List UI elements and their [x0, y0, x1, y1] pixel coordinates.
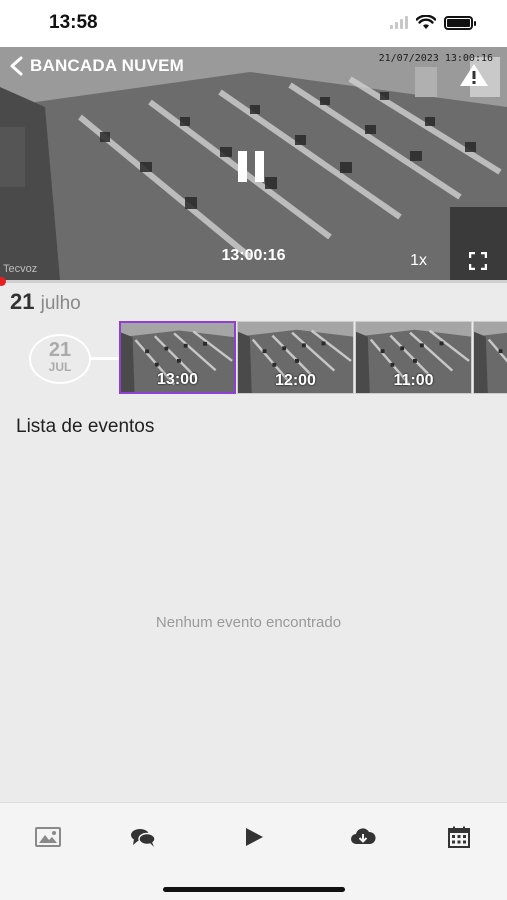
status-time: 13:58	[49, 12, 98, 33]
events-title: Lista de eventos	[16, 416, 155, 437]
tab-play[interactable]	[238, 825, 268, 849]
tab-calendar[interactable]	[444, 825, 474, 849]
recording-timeline: 21 JUL 13:00 12:00 11:00	[0, 320, 507, 396]
thumbnail-1300[interactable]: 13:00	[119, 321, 236, 394]
date-circle-month: JUL	[48, 360, 72, 374]
cloud-download-icon	[351, 828, 376, 844]
date-month: julho	[40, 293, 81, 314]
signal-icon	[390, 16, 408, 29]
playback-progress-bar[interactable]	[0, 277, 507, 286]
tab-download[interactable]	[348, 825, 378, 849]
thumbnail-label: 12:00	[275, 372, 316, 389]
progress-handle[interactable]	[0, 277, 6, 286]
wifi-icon	[416, 15, 436, 29]
playback-time: 13:00:16	[221, 247, 286, 264]
status-icons	[390, 15, 476, 30]
date-circle-day: 21	[48, 339, 72, 361]
back-button[interactable]: BANCADA NUVEM	[8, 56, 184, 76]
tab-gallery[interactable]	[33, 825, 63, 849]
thumbnail-partial[interactable]	[473, 321, 507, 394]
date-day: 21	[10, 289, 35, 314]
empty-events-message: Nenhum evento encontrado	[155, 614, 342, 631]
chat-icon	[131, 829, 156, 847]
home-indicator	[163, 887, 345, 892]
warning-icon[interactable]	[459, 63, 489, 87]
status-bar: 13:58	[0, 0, 507, 47]
battery-icon	[444, 15, 476, 30]
image-icon	[35, 827, 61, 847]
thumbnail-label: 13:00	[157, 371, 198, 388]
thumbnail-label: 11:00	[393, 372, 434, 389]
thumbnail-1200[interactable]: 12:00	[237, 321, 354, 394]
speed-button[interactable]: 1x	[410, 252, 427, 270]
calendar-icon	[448, 826, 470, 848]
date-heading: 21 julho	[10, 289, 81, 315]
tab-chat[interactable]	[128, 825, 158, 849]
camera-title: BANCADA NUVEM	[30, 56, 185, 75]
date-circle[interactable]: 21 JUL	[29, 334, 91, 384]
bottom-tab-bar	[0, 802, 507, 900]
video-player[interactable]: BANCADA NUVEM 21/07/2023 13:00:16 Tecvoz…	[0, 47, 507, 280]
pause-button[interactable]	[238, 151, 264, 182]
thumbnail-1100[interactable]: 11:00	[355, 321, 472, 394]
play-icon	[246, 828, 263, 846]
chevron-left-icon	[10, 56, 23, 76]
timeline-connector	[91, 357, 119, 360]
fullscreen-icon[interactable]	[469, 252, 487, 270]
thumbnail-strip[interactable]: 13:00 12:00 11:00	[119, 321, 507, 394]
